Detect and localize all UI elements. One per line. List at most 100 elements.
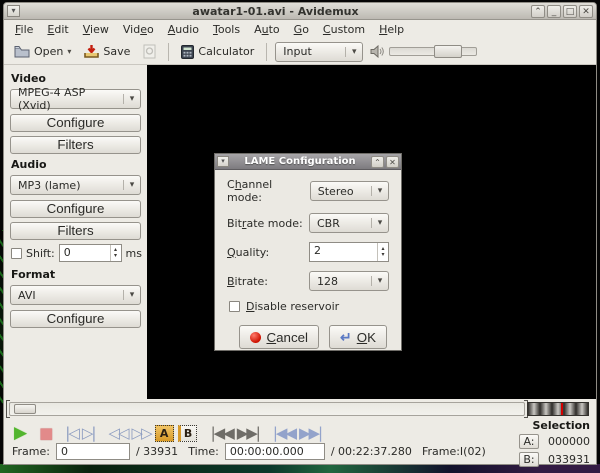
menu-auto[interactable]: Auto — [247, 21, 287, 38]
format-select[interactable]: AVI ▾ — [10, 285, 141, 305]
toolbar-separator — [168, 43, 169, 61]
stop-button[interactable]: ■ — [37, 422, 53, 444]
menu-help[interactable]: Help — [372, 21, 411, 38]
video-codec-value: MPEG-4 ASP (Xvid) — [11, 86, 123, 112]
transport-controls: ▶ ■ |◁ ▷| ◁◁ ▷▷ A B |◀◀ ▶▶| |◀◀ ▶▶| — [12, 421, 323, 445]
ok-button[interactable]: ↵ OK — [329, 325, 387, 349]
titlebar[interactable]: ▾ awatar1-01.avi - Avidemux ⌃ _ □ ✕ — [4, 3, 596, 20]
marker-b-value: 033931 — [544, 453, 590, 466]
menu-edit[interactable]: Edit — [40, 21, 75, 38]
menubar: File Edit View Video Audio Tools Auto Go… — [4, 20, 596, 39]
sidebar: Video MPEG-4 ASP (Xvid) ▾ Configure Filt… — [4, 65, 147, 399]
shade-button[interactable]: ⌃ — [531, 5, 545, 18]
lame-configuration-dialog: ▾ LAME Configuration ⌃ ✕ Channel mode: S… — [214, 153, 402, 351]
cancel-label: Cancel — [266, 330, 308, 345]
previous-keyframe-button[interactable]: |◀◀ — [209, 422, 235, 444]
shift-spinner[interactable]: 0 ▴▾ — [59, 244, 122, 262]
bitrate-select[interactable]: 128 ▾ — [309, 271, 389, 291]
seek-slider-handle[interactable] — [14, 404, 36, 414]
menu-custom[interactable]: Custom — [316, 21, 372, 38]
menu-tools[interactable]: Tools — [206, 21, 247, 38]
maximize-button[interactable]: □ — [563, 5, 577, 18]
dialog-shade-button[interactable]: ⌃ — [371, 156, 384, 168]
quality-value: 2 — [310, 243, 377, 261]
dialog-close-button[interactable]: ✕ — [386, 156, 399, 168]
bitrate-mode-value: CBR — [310, 217, 371, 230]
backward-button[interactable]: ◁◁ — [106, 422, 129, 444]
chevron-down-icon: ▾ — [123, 180, 140, 190]
chevron-down-icon: ▾ — [123, 290, 140, 300]
folder-open-icon — [14, 45, 30, 58]
dialog-window-menu-icon[interactable]: ▾ — [217, 156, 229, 167]
audio-filters-button[interactable]: Filters — [10, 222, 141, 240]
previous-frame-button[interactable]: |◁ — [63, 422, 80, 444]
spinner-arrows-icon[interactable]: ▴▾ — [110, 245, 121, 261]
bitrate-value: 128 — [310, 275, 371, 288]
time-label: Time: — [188, 445, 219, 458]
seek-slider[interactable] — [9, 402, 525, 416]
cancel-icon — [250, 332, 261, 343]
chevron-down-icon: ▾ — [371, 186, 388, 196]
shift-row: Shift: 0 ▴▾ ms — [11, 244, 142, 262]
format-configure-button[interactable]: Configure — [10, 310, 141, 328]
calculator-icon — [181, 45, 194, 59]
save-button[interactable]: Save — [80, 43, 134, 61]
next-black-frame-button[interactable]: ▶▶| — [297, 422, 323, 444]
menu-view[interactable]: View — [76, 21, 116, 38]
chevron-down-icon: ▾ — [371, 276, 388, 286]
format-section-label: Format — [11, 268, 142, 281]
previous-black-frame-button[interactable]: |◀◀ — [271, 422, 297, 444]
quality-spinner[interactable]: 2 ▴▾ — [309, 242, 389, 262]
set-marker-b-button[interactable]: B — [178, 425, 197, 442]
input-select[interactable]: Input ▾ — [275, 42, 363, 62]
calculator-button[interactable]: Calculator — [177, 43, 258, 61]
next-keyframe-button[interactable]: ▶▶| — [235, 422, 261, 444]
selection-title: Selection — [510, 419, 590, 432]
toolbar: Open ▾ Save Calculator — [4, 39, 596, 65]
marker-a-key[interactable]: A: — [519, 434, 539, 449]
bitrate-mode-select[interactable]: CBR ▾ — [309, 213, 389, 233]
menu-go[interactable]: Go — [287, 21, 316, 38]
marker-b-key[interactable]: B: — [519, 452, 539, 467]
open-label: Open — [34, 45, 63, 58]
quality-label: Quality: — [227, 246, 269, 259]
chevron-down-icon[interactable]: ▾ — [67, 47, 71, 56]
next-frame-button[interactable]: ▷| — [80, 422, 97, 444]
window-menu-icon[interactable]: ▾ — [7, 5, 20, 17]
channel-mode-select[interactable]: Stereo ▾ — [310, 181, 389, 201]
dialog-titlebar[interactable]: ▾ LAME Configuration ⌃ ✕ — [215, 154, 401, 170]
volume-slider[interactable] — [389, 47, 477, 56]
bitrate-label: Bitrate: — [227, 275, 268, 288]
menu-video[interactable]: Video — [116, 21, 161, 38]
video-filters-button[interactable]: Filters — [10, 136, 141, 154]
cancel-button[interactable]: Cancel — [239, 325, 319, 349]
play-button[interactable]: ▶ — [12, 422, 27, 444]
audio-section-label: Audio — [11, 158, 142, 171]
video-configure-button[interactable]: Configure — [10, 114, 141, 132]
minimize-button[interactable]: _ — [547, 5, 561, 18]
desktop: ▾ awatar1-01.avi - Avidemux ⌃ _ □ ✕ File… — [0, 0, 600, 473]
frame-label: Frame: — [12, 445, 50, 458]
time-input[interactable]: 00:00:00.000 — [225, 443, 325, 460]
ok-label: OK — [357, 330, 376, 345]
frame-type: Frame:I(02) — [422, 445, 486, 458]
video-codec-select[interactable]: MPEG-4 ASP (Xvid) ▾ — [10, 89, 141, 109]
set-marker-a-button[interactable]: A — [155, 425, 174, 442]
close-button[interactable]: ✕ — [579, 5, 593, 18]
toolbar-separator — [266, 43, 267, 61]
disable-reservoir-checkbox[interactable] — [229, 301, 240, 312]
audio-codec-select[interactable]: MP3 (lame) ▾ — [10, 175, 141, 195]
audio-configure-button[interactable]: Configure — [10, 200, 141, 218]
menu-audio[interactable]: Audio — [161, 21, 206, 38]
time-total: / 00:22:37.280 — [331, 445, 412, 458]
info-button-disabled — [139, 42, 160, 61]
speaker-icon[interactable] — [370, 45, 384, 58]
open-button[interactable]: Open ▾ — [10, 43, 75, 60]
frame-input[interactable]: 0 — [56, 443, 130, 460]
forward-button[interactable]: ▷▷ — [130, 422, 153, 444]
shift-checkbox[interactable] — [11, 248, 22, 259]
menu-file[interactable]: File — [8, 21, 40, 38]
zoom-strip-widget[interactable] — [527, 402, 589, 416]
volume-slider-handle[interactable] — [434, 45, 462, 58]
spinner-arrows-icon[interactable]: ▴▾ — [377, 243, 388, 261]
